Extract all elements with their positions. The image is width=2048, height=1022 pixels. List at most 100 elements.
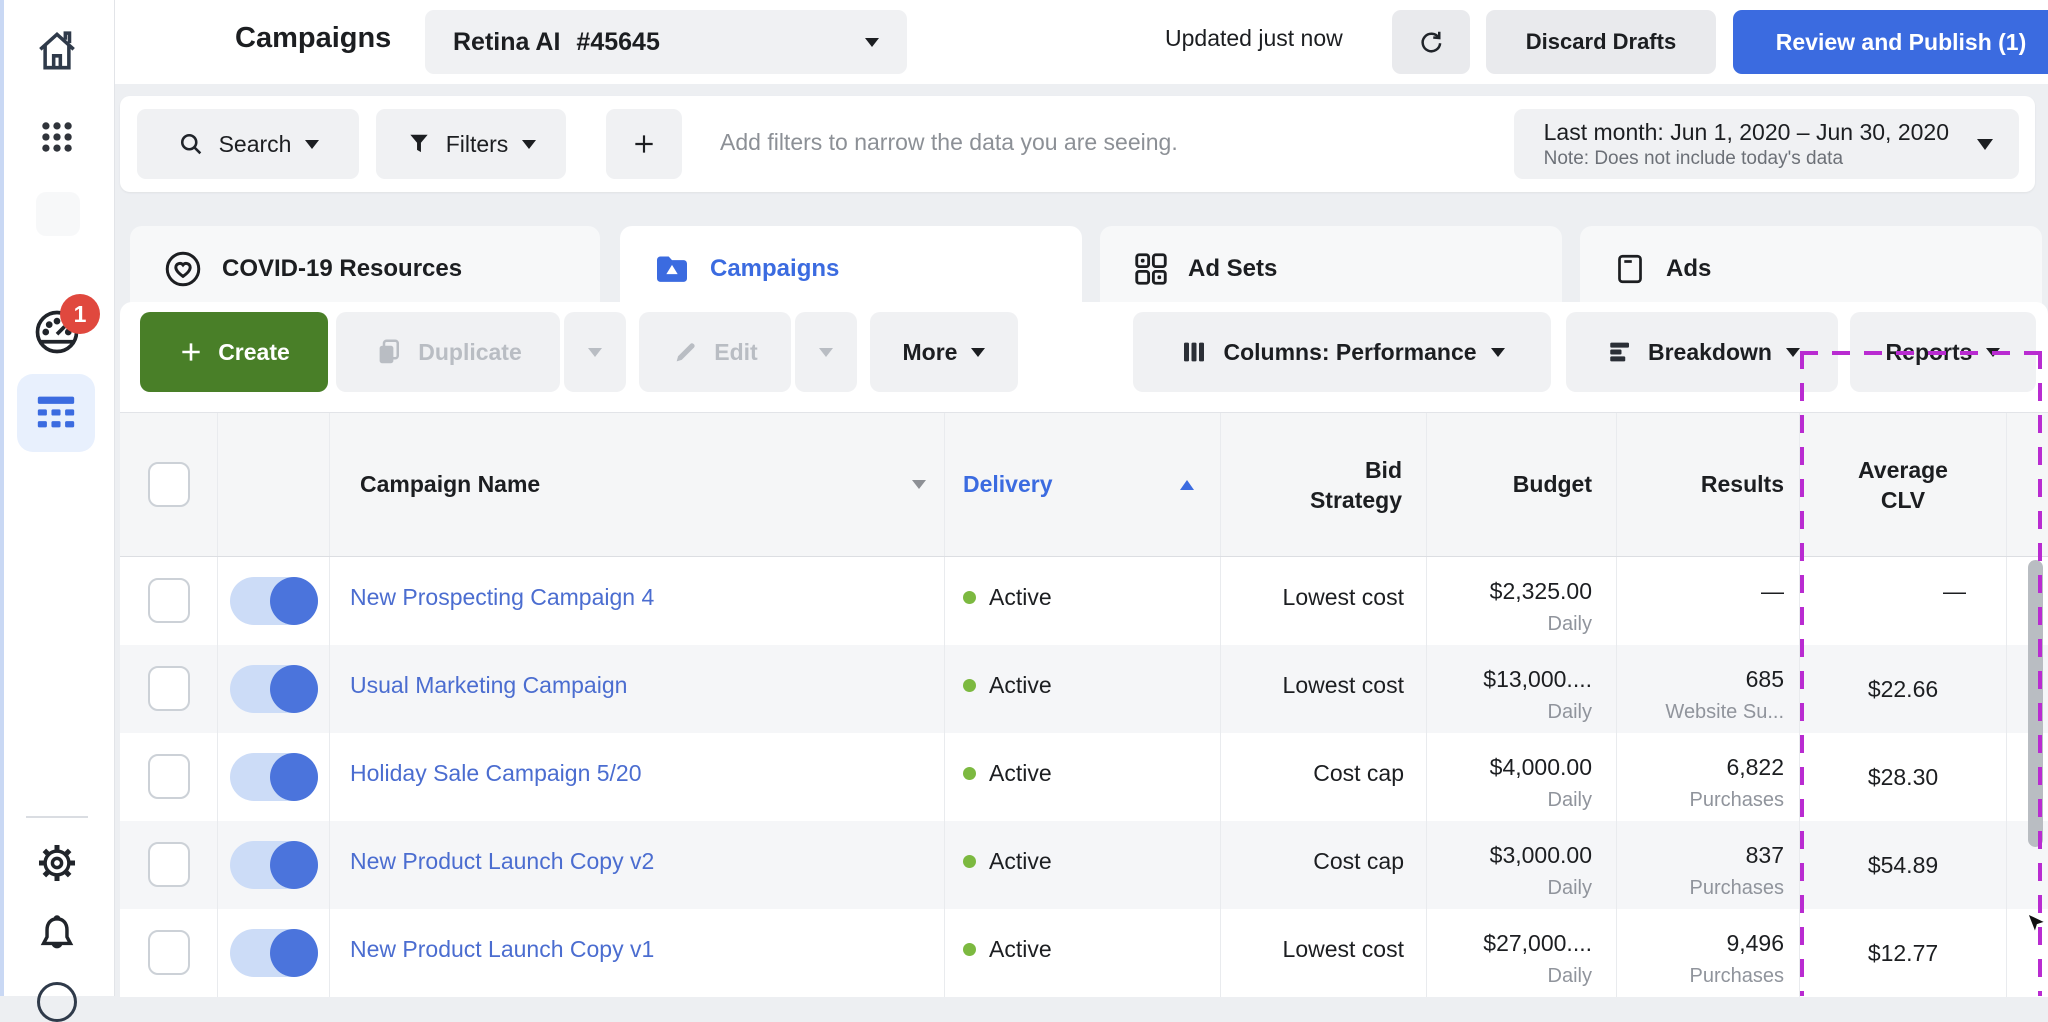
- column-header-campaign-name[interactable]: Campaign Name: [360, 471, 540, 498]
- filter-placeholder[interactable]: Add filters to narrow the data you are s…: [720, 129, 1178, 156]
- top-bar: Campaigns Retina AI #45645 Updated just …: [115, 0, 2048, 84]
- campaigns-folder-icon: [652, 249, 692, 289]
- gear-icon[interactable]: [34, 840, 80, 886]
- active-status-dot: [963, 679, 976, 692]
- duplicate-dropdown-button[interactable]: [564, 312, 626, 392]
- chevron-down-icon[interactable]: [912, 480, 926, 489]
- delivery-status: Active: [989, 760, 1052, 787]
- column-header-budget[interactable]: Budget: [1513, 471, 1592, 498]
- duplicate-icon: [374, 337, 404, 367]
- campaign-name-link[interactable]: Usual Marketing Campaign: [350, 672, 627, 699]
- tab-campaigns[interactable]: Campaigns: [620, 226, 1082, 312]
- account-id: #45645: [576, 28, 659, 57]
- row-checkbox[interactable]: [148, 842, 190, 887]
- chevron-down-icon: [1977, 139, 1993, 150]
- left-sidebar: 1: [0, 0, 115, 996]
- table-row: New Prospecting Campaign 4 Active Lowest…: [120, 557, 2048, 645]
- budget-period: Daily: [1427, 605, 1616, 636]
- select-all-checkbox[interactable]: [148, 462, 190, 507]
- columns-icon: [1179, 337, 1209, 367]
- bid-strategy-value: Lowest cost: [1221, 645, 1426, 699]
- tab-ad-sets[interactable]: Ad Sets: [1100, 226, 1562, 312]
- column-header-bid-strategy[interactable]: Bid Strategy: [1284, 455, 1402, 515]
- budget-value: $2,325.00: [1427, 557, 1616, 605]
- edit-button[interactable]: Edit: [639, 312, 791, 392]
- campaign-name-link[interactable]: New Product Launch Copy v1: [350, 936, 654, 963]
- campaign-name-link[interactable]: New Product Launch Copy v2: [350, 848, 654, 875]
- column-header-results[interactable]: Results: [1701, 471, 1784, 498]
- campaign-toggle[interactable]: [230, 577, 318, 625]
- table-header-row: Campaign Name Delivery Bid Strategy Budg…: [120, 412, 2048, 557]
- refresh-button[interactable]: [1392, 10, 1470, 74]
- sort-ascending-icon[interactable]: [1180, 480, 1194, 490]
- results-value: 837: [1617, 821, 1799, 869]
- filters-button[interactable]: Filters: [376, 109, 566, 179]
- table-row: New Product Launch Copy v2 Active Cost c…: [120, 821, 2048, 909]
- budget-period: Daily: [1427, 781, 1616, 812]
- row-checkbox[interactable]: [148, 754, 190, 799]
- more-button[interactable]: More: [870, 312, 1018, 392]
- budget-value: $4,000.00: [1427, 733, 1616, 781]
- chevron-down-icon: [305, 140, 319, 149]
- discard-drafts-button[interactable]: Discard Drafts: [1486, 10, 1716, 74]
- results-value: —: [1617, 557, 1799, 605]
- delivery-status: Active: [989, 672, 1052, 699]
- create-button[interactable]: Create: [140, 312, 328, 392]
- tab-ads[interactable]: Ads: [1580, 226, 2042, 312]
- campaign-toggle[interactable]: [230, 753, 318, 801]
- campaign-toggle[interactable]: [230, 929, 318, 977]
- refresh-icon: [1416, 27, 1446, 57]
- active-status-dot: [963, 591, 976, 604]
- account-switcher[interactable]: Retina AI #45645: [425, 10, 907, 74]
- tab-covid-resources[interactable]: COVID-19 Resources: [130, 226, 600, 312]
- add-filter-button[interactable]: [606, 109, 682, 179]
- row-checkbox[interactable]: [148, 930, 190, 975]
- ads-manager-icon[interactable]: [17, 374, 95, 452]
- results-label: Website Su...: [1617, 693, 1799, 724]
- ads-page-icon: [1612, 251, 1648, 287]
- campaign-name-link[interactable]: Holiday Sale Campaign 5/20: [350, 760, 642, 787]
- results-label: Purchases: [1617, 869, 1799, 900]
- edit-dropdown-button[interactable]: [795, 312, 857, 392]
- campaign-toggle[interactable]: [230, 665, 318, 713]
- toggle-knob: [270, 753, 318, 801]
- campaign-toggle[interactable]: [230, 841, 318, 889]
- table-row: New Product Launch Copy v1 Active Lowest…: [120, 909, 2048, 997]
- filters-label: Filters: [446, 131, 509, 158]
- column-header-delivery[interactable]: Delivery: [963, 471, 1053, 498]
- filter-funnel-icon: [406, 131, 432, 157]
- chevron-down-icon: [865, 38, 879, 47]
- budget-value: $27,000....: [1427, 909, 1616, 957]
- apps-grid-icon[interactable]: [38, 118, 76, 156]
- tab-label: Ad Sets: [1188, 255, 1277, 283]
- bell-icon[interactable]: [34, 912, 80, 958]
- help-icon[interactable]: [37, 982, 77, 1022]
- avg-clv-value: $22.66: [1800, 645, 2006, 733]
- search-label: Search: [219, 131, 292, 158]
- toggle-knob: [270, 665, 318, 713]
- tab-label: COVID-19 Resources: [222, 255, 462, 283]
- duplicate-button[interactable]: Duplicate: [336, 312, 560, 392]
- row-checkbox[interactable]: [148, 666, 190, 711]
- home-icon[interactable]: [32, 26, 82, 76]
- annotation-box-top: [1800, 351, 2046, 355]
- plus-icon: [631, 131, 657, 157]
- column-header-average-clv[interactable]: Average CLV: [1844, 455, 1962, 515]
- campaign-name-link[interactable]: New Prospecting Campaign 4: [350, 584, 654, 611]
- annotation-box-right: [2038, 351, 2042, 996]
- pencil-icon: [672, 338, 700, 366]
- review-and-publish-button[interactable]: Review and Publish (1): [1733, 10, 2048, 74]
- page-title: Campaigns: [235, 22, 391, 55]
- search-icon: [177, 130, 205, 158]
- sidebar-edge-strip: [0, 0, 4, 996]
- delivery-status: Active: [989, 936, 1052, 963]
- columns-button[interactable]: Columns: Performance: [1133, 312, 1551, 392]
- results-label: Purchases: [1617, 781, 1799, 812]
- mouse-cursor: [2024, 912, 2048, 936]
- date-range-selector[interactable]: Last month: Jun 1, 2020 – Jun 30, 2020 N…: [1514, 109, 2019, 179]
- row-checkbox[interactable]: [148, 578, 190, 623]
- search-button[interactable]: Search: [137, 109, 359, 179]
- active-status-dot: [963, 767, 976, 780]
- breakdown-button[interactable]: Breakdown: [1566, 312, 1838, 392]
- avg-clv-value: $54.89: [1800, 821, 2006, 909]
